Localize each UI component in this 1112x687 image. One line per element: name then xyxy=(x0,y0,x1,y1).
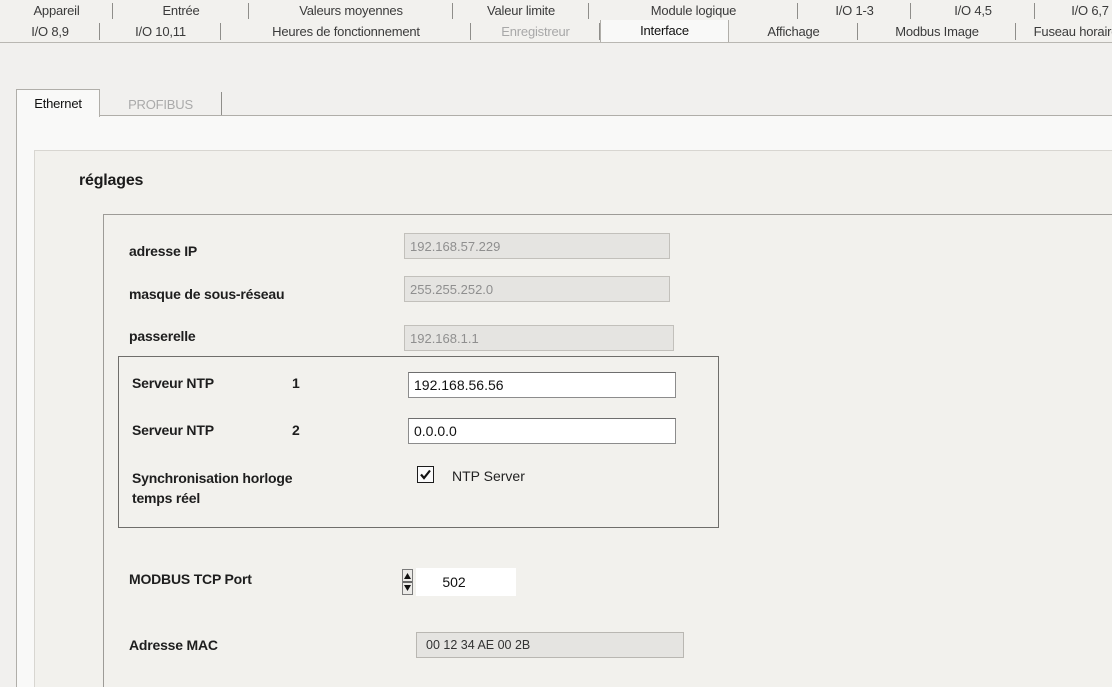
ntp-server-checkbox-label[interactable]: NTP Server xyxy=(452,468,525,484)
tab-entr-e[interactable]: Entrée xyxy=(113,0,249,21)
ntp-server-1-input[interactable]: 192.168.56.56 xyxy=(408,372,676,398)
modbus-port-label: MODBUS TCP Port xyxy=(129,571,252,587)
ntp-server-2-input[interactable]: 0.0.0.0 xyxy=(408,418,676,444)
tab-appareil[interactable]: Appareil xyxy=(0,0,113,21)
mac-address-label: Adresse MAC xyxy=(129,637,218,653)
gateway-field: 192.168.1.1 xyxy=(404,325,674,351)
ntp-server-1-index: 1 xyxy=(292,375,300,391)
tab-enregistreur: Enregistreur xyxy=(471,20,600,42)
interface-subtab-bar: Ethernet PROFIBUS xyxy=(16,89,226,117)
tab-i-o-8-9[interactable]: I/O 8,9 xyxy=(0,20,100,42)
sync-label-line-2: temps réel xyxy=(132,490,201,506)
tab-interface[interactable]: Interface xyxy=(600,20,729,42)
check-icon xyxy=(420,469,431,480)
tab-modbus-image[interactable]: Modbus Image xyxy=(858,20,1016,42)
tab-i-o-10-11[interactable]: I/O 10,11 xyxy=(100,20,221,42)
main-tab-row-1: Appareil Entrée Valeurs moyennes Valeur lim… xyxy=(0,0,1112,21)
ip-address-field: 192.168.57.229 xyxy=(404,233,670,259)
modbus-port-input[interactable]: 502 xyxy=(416,568,516,596)
gateway-label: passerelle xyxy=(129,328,196,344)
main-tab-row-2: I/O 8,9 I/O 10,11 Heures de fonctionnement… xyxy=(0,20,1112,43)
tab-module-logique[interactable]: Module logique xyxy=(589,0,798,21)
tab-i-o-6-7[interactable]: I/O 6,7 xyxy=(1035,0,1112,21)
spinner-arrows-icon[interactable] xyxy=(401,568,414,596)
tab-heures-de-fonctionnement[interactable]: Heures de fonctionnement xyxy=(221,20,471,42)
tab-fuseau-horaire[interactable]: Fuseau horaire xyxy=(1016,20,1112,42)
subnet-mask-field: 255.255.252.0 xyxy=(404,276,670,302)
ntp-server-1-label: Serveur NTP xyxy=(132,375,214,391)
subtab-profibus: PROFIBUS xyxy=(100,92,222,116)
mac-address-field: 00 12 34 AE 00 2B xyxy=(416,632,684,658)
tab-i-o-4-5[interactable]: I/O 4,5 xyxy=(911,0,1035,21)
ntp-server-checkbox[interactable] xyxy=(417,466,434,483)
subnet-mask-label: masque de sous-réseau xyxy=(129,286,285,302)
subtab-ethernet[interactable]: Ethernet xyxy=(16,89,100,117)
tab-valeurs-moyennes[interactable]: Valeurs moyennes xyxy=(249,0,453,21)
ntp-server-2-index: 2 xyxy=(292,422,300,438)
section-title: réglages xyxy=(79,172,144,189)
tab-valeur-limite[interactable]: Valeur limite xyxy=(453,0,589,21)
sync-label-line-1: Synchronisation horloge xyxy=(132,470,293,486)
ntp-server-2-label: Serveur NTP xyxy=(132,422,214,438)
ip-address-label: adresse IP xyxy=(129,243,198,259)
tab-i-o-1-3[interactable]: I/O 1-3 xyxy=(798,0,911,21)
tab-affichage[interactable]: Affichage xyxy=(729,20,858,42)
